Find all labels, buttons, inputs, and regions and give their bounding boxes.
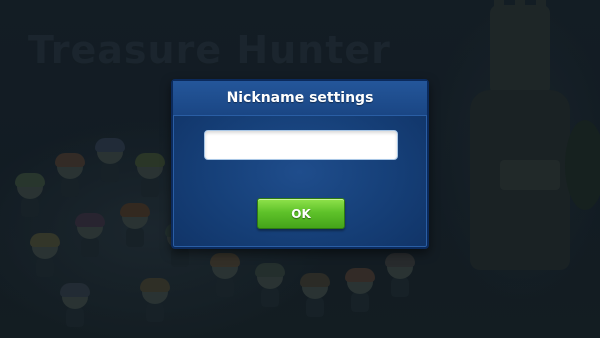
nickname-settings-dialog: Nickname settings OK: [171, 79, 429, 249]
ok-button[interactable]: OK: [257, 198, 345, 229]
dialog-title: Nickname settings: [226, 90, 374, 106]
dialog-header: Nickname settings: [173, 81, 427, 116]
nickname-input[interactable]: [204, 130, 398, 160]
